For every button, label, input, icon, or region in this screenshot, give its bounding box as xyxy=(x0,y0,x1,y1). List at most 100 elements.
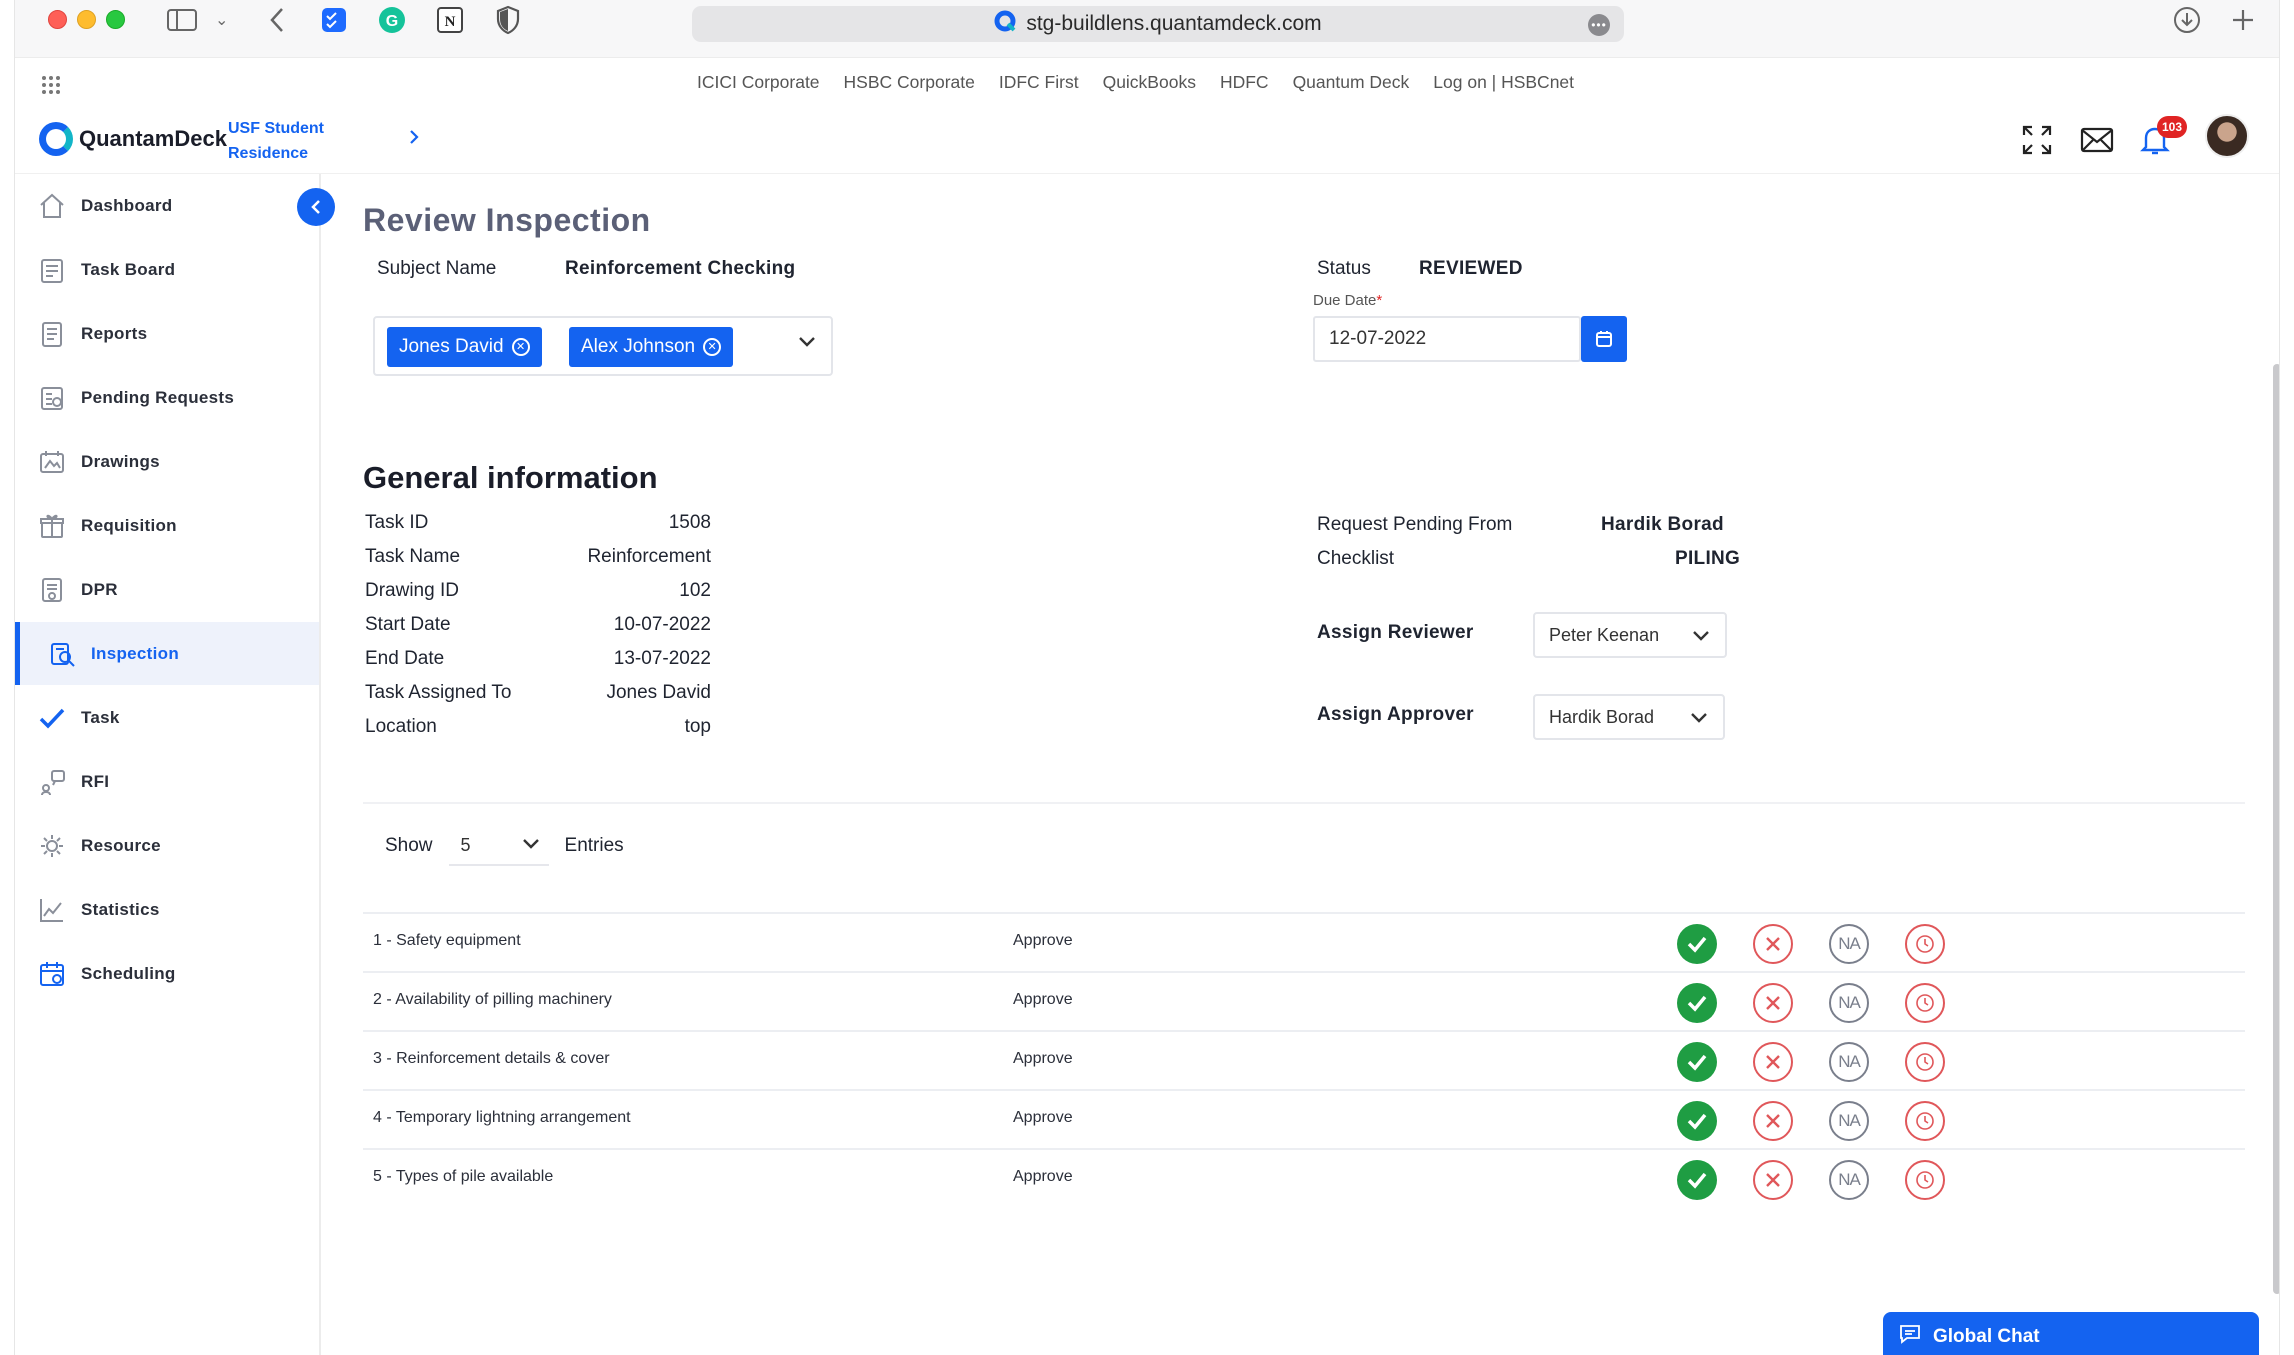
not-applicable-icon[interactable]: NA xyxy=(1829,983,1869,1023)
project-selector[interactable]: USF Student Residence xyxy=(228,116,324,166)
approve-check-icon[interactable] xyxy=(1677,924,1717,964)
chevron-down-icon[interactable]: ⌄ xyxy=(215,4,228,36)
browser-toolbar: ⌄ G N stg-buildlens.quantamdeck.com ••• xyxy=(15,0,2279,58)
sidebar-item-label: Reports xyxy=(81,323,148,343)
download-icon[interactable] xyxy=(2173,4,2201,36)
approve-check-icon[interactable] xyxy=(1677,983,1717,1023)
approve-text: Approve xyxy=(1013,1109,1073,1126)
reject-icon[interactable] xyxy=(1753,924,1793,964)
taskboard-icon xyxy=(37,255,67,285)
bookmark-idfc[interactable]: IDFC First xyxy=(999,72,1079,93)
info-value: Jones David xyxy=(606,682,711,703)
not-applicable-icon[interactable]: NA xyxy=(1829,1042,1869,1082)
requisition-icon xyxy=(37,511,67,541)
remove-tag-icon[interactable]: ✕ xyxy=(703,338,722,356)
checklist-item: 5 - Types of pile available xyxy=(373,1168,554,1185)
bookmark-hdfc[interactable]: HDFC xyxy=(1220,72,1269,93)
minimize-window-button[interactable] xyxy=(77,10,96,29)
shield-icon[interactable] xyxy=(495,4,521,36)
clock-icon[interactable] xyxy=(1905,1101,1945,1141)
clock-icon[interactable] xyxy=(1905,1042,1945,1082)
bookmark-icici[interactable]: ICICI Corporate xyxy=(697,72,820,93)
approver-select[interactable]: Hardik Borad xyxy=(1533,694,1725,740)
reject-icon[interactable] xyxy=(1753,1101,1793,1141)
bookmark-quickbooks[interactable]: QuickBooks xyxy=(1103,72,1196,93)
approve-check-icon[interactable] xyxy=(1677,1042,1717,1082)
statistics-icon xyxy=(37,895,67,925)
sidebar-item-label: Pending Requests xyxy=(81,387,235,407)
reject-icon[interactable] xyxy=(1753,983,1793,1023)
avatar[interactable] xyxy=(2205,114,2249,158)
info-value: 10-07-2022 xyxy=(613,614,711,635)
sidebar-item-reports[interactable]: Reports xyxy=(15,302,319,365)
checklist-value: PILING xyxy=(1675,548,1741,569)
global-chat-button[interactable]: Global Chat xyxy=(1883,1312,2259,1355)
reject-icon[interactable] xyxy=(1753,1042,1793,1082)
sidebar-item-task-board[interactable]: Task Board xyxy=(15,238,319,301)
sidebar-item-pending-requests[interactable]: Pending Requests xyxy=(15,366,319,429)
checklist-item: 3 - Reinforcement details & cover xyxy=(373,1050,610,1067)
more-options-icon[interactable]: ••• xyxy=(1588,14,1610,36)
back-icon[interactable] xyxy=(269,4,285,36)
approve-check-icon[interactable] xyxy=(1677,1160,1717,1200)
project-name-line2: Residence xyxy=(228,145,309,162)
bookmark-hsbcnet[interactable]: Log on | HSBCnet xyxy=(1433,72,1574,93)
clock-icon[interactable] xyxy=(1905,1160,1945,1200)
not-applicable-icon[interactable]: NA xyxy=(1829,1160,1869,1200)
chevron-down-icon xyxy=(1689,708,1709,729)
request-pending-label: Request Pending From xyxy=(1317,514,1513,535)
calendar-button[interactable] xyxy=(1581,316,1627,362)
info-label: Task ID xyxy=(365,512,429,533)
bookmark-hsbc[interactable]: HSBC Corporate xyxy=(844,72,975,93)
reviewer-select[interactable]: Peter Keenan xyxy=(1533,612,1727,658)
sidebar-item-inspection[interactable]: Inspection xyxy=(15,622,319,685)
site-favicon-icon xyxy=(994,10,1016,38)
chevron-down-icon[interactable] xyxy=(797,334,817,353)
info-label: Start Date xyxy=(365,614,451,635)
mail-icon[interactable] xyxy=(2077,120,2117,160)
close-window-button[interactable] xyxy=(48,10,67,29)
sidebar-item-task[interactable]: Task xyxy=(15,686,319,749)
brand-logo[interactable]: QuantamDeck xyxy=(39,122,227,156)
not-applicable-icon[interactable]: NA xyxy=(1829,1101,1869,1141)
reject-icon[interactable] xyxy=(1753,1160,1793,1200)
sidebar-toggle-icon[interactable] xyxy=(167,4,197,36)
remove-tag-icon[interactable]: ✕ xyxy=(511,338,530,356)
sidebar-item-drawings[interactable]: Drawings xyxy=(15,430,319,493)
not-applicable-icon[interactable]: NA xyxy=(1829,924,1869,964)
notification-badge: 103 xyxy=(2157,116,2187,138)
assignee-tag[interactable]: Alex Johnson ✕ xyxy=(569,327,734,367)
due-date-input[interactable]: 12-07-2022 xyxy=(1313,316,1581,362)
assignee-tag[interactable]: Jones David ✕ xyxy=(387,327,542,367)
entries-select[interactable]: 5 xyxy=(448,826,549,866)
sidebar-item-resource[interactable]: Resource xyxy=(15,814,319,877)
sidebar-item-label: Drawings xyxy=(81,451,160,471)
info-label: End Date xyxy=(365,648,445,669)
notion-icon[interactable]: N xyxy=(435,4,465,36)
clock-icon[interactable] xyxy=(1905,924,1945,964)
grammarly-icon[interactable]: G xyxy=(377,4,407,36)
sidebar-item-dpr[interactable]: DPR xyxy=(15,558,319,621)
sidebar-item-scheduling[interactable]: Scheduling xyxy=(15,942,319,1005)
scrollbar[interactable] xyxy=(2273,364,2279,1294)
fullscreen-icon[interactable] xyxy=(2017,120,2057,160)
notifications-bell-icon[interactable]: 103 xyxy=(2135,116,2187,160)
maximize-window-button[interactable] xyxy=(106,10,125,29)
sidebar-item-statistics[interactable]: Statistics xyxy=(15,878,319,941)
tasks-extension-icon[interactable] xyxy=(319,4,349,36)
new-tab-icon[interactable] xyxy=(2231,4,2255,36)
assignee-multiselect[interactable]: Jones David ✕ Alex Johnson ✕ xyxy=(373,316,833,376)
bookmark-quantum-deck[interactable]: Quantum Deck xyxy=(1293,72,1410,93)
sidebar-item-requisition[interactable]: Requisition xyxy=(15,494,319,557)
drawings-icon xyxy=(37,447,67,477)
sidebar-item-dashboard[interactable]: Dashboard xyxy=(15,174,319,237)
sidebar-item-rfi[interactable]: RFI xyxy=(15,750,319,813)
address-bar[interactable]: stg-buildlens.quantamdeck.com ••• xyxy=(692,6,1624,42)
approve-check-icon[interactable] xyxy=(1677,1101,1717,1141)
section-divider xyxy=(363,802,2245,804)
chevron-right-icon[interactable] xyxy=(408,128,420,152)
apps-grid-icon[interactable] xyxy=(41,75,61,100)
status-value: REVIEWED xyxy=(1419,258,1523,279)
collapse-sidebar-button[interactable] xyxy=(297,188,335,226)
clock-icon[interactable] xyxy=(1905,983,1945,1023)
